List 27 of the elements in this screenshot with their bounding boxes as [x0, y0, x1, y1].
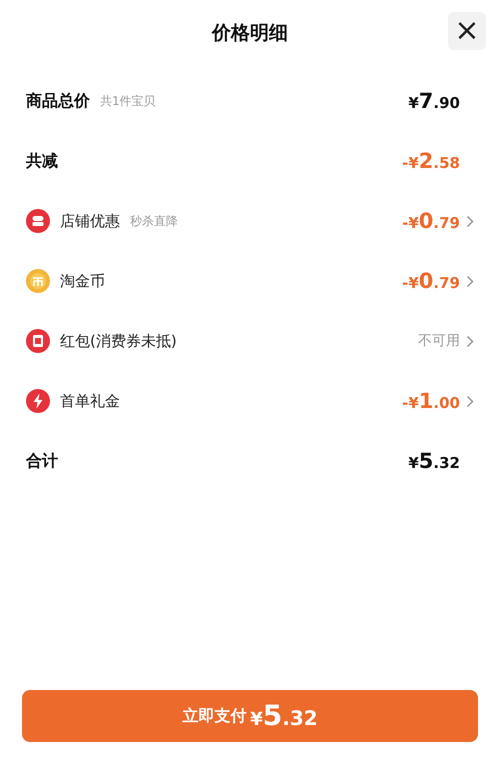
- lightning-icon: [26, 389, 50, 413]
- chevron-icon[interactable]: [466, 274, 474, 288]
- row-label: 合计: [26, 450, 58, 472]
- chevron-icon[interactable]: [466, 334, 474, 348]
- row-label: 首单礼金: [60, 390, 120, 412]
- row-price: -¥2.58: [402, 150, 460, 172]
- row-label: 共减: [26, 150, 58, 172]
- chevron-icon[interactable]: [466, 394, 474, 408]
- row-label: 红包(消费券未抵): [60, 330, 177, 352]
- pay-amount: ¥5.32: [250, 702, 318, 730]
- row-price: ¥5.32: [408, 450, 460, 472]
- coin-icon: [26, 269, 50, 293]
- envelope-icon: [26, 329, 50, 353]
- sheet-title: 价格明细: [212, 20, 288, 46]
- row-price: -¥0.79: [402, 210, 460, 232]
- row-price: ¥7.90: [408, 90, 460, 112]
- chevron-icon[interactable]: [466, 214, 474, 228]
- status-text: 不可用: [418, 332, 460, 350]
- row-note: 秒杀直降: [130, 213, 178, 230]
- shop-icon: [26, 209, 50, 233]
- row-price: -¥1.00: [402, 390, 460, 412]
- row-note: 共1件宝贝: [100, 93, 156, 110]
- row-price: -¥0.79: [402, 270, 460, 292]
- row-label: 淘金币: [60, 270, 105, 292]
- close-button[interactable]: ×: [448, 12, 486, 50]
- row-label: 商品总价: [26, 90, 90, 112]
- row-label: 店铺优惠: [60, 210, 120, 232]
